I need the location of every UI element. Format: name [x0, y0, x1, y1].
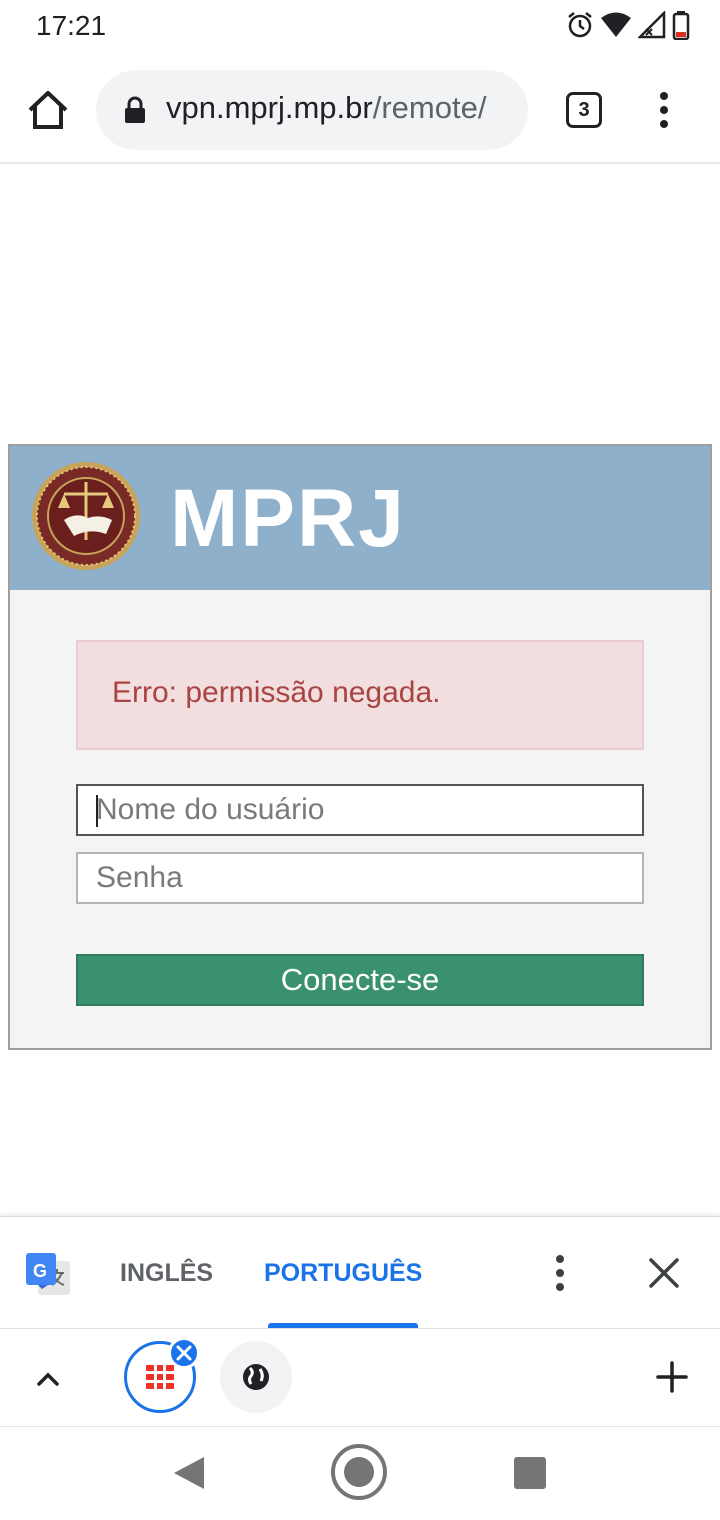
username-field[interactable]: [76, 784, 644, 836]
home-circle-icon[interactable]: [330, 1443, 388, 1501]
tab-strip: [0, 1328, 720, 1426]
tab-target-language[interactable]: PORTUGUÊS: [264, 1259, 422, 1288]
screen: 17:21 vpn.mprj.mp.br/remote/ 3 MPRJ Erro…: [0, 0, 720, 1520]
login-card: MPRJ Erro: permissão negada. Conecte-se: [8, 444, 712, 1050]
back-icon[interactable]: [172, 1455, 206, 1491]
status-time: 17:21: [36, 10, 107, 41]
tab-source-language[interactable]: INGLÊS: [120, 1259, 213, 1288]
battery-icon: [672, 11, 690, 40]
url-host: vpn.mprj.mp.br: [166, 90, 373, 125]
google-translate-icon: G: [26, 1253, 70, 1295]
translate-bar: G INGLÊS PORTUGUÊS: [0, 1216, 720, 1329]
tab-thumbnail[interactable]: [220, 1341, 292, 1413]
tab-switcher-button[interactable]: 3: [566, 92, 602, 128]
error-message: Erro: permissão negada.: [112, 676, 441, 709]
chevron-up-icon[interactable]: [32, 1363, 64, 1395]
recent-apps-icon[interactable]: [514, 1457, 546, 1489]
login-header: MPRJ: [10, 446, 710, 590]
signal-icon: [638, 11, 666, 39]
password-field[interactable]: [76, 852, 644, 904]
translate-menu-icon[interactable]: [548, 1251, 572, 1295]
wifi-icon: [601, 12, 631, 37]
system-navigation-bar: [0, 1426, 720, 1520]
text-caret: [96, 795, 98, 827]
globe-tab-icon: [243, 1364, 269, 1390]
url-path: /remote/: [372, 90, 487, 125]
svg-text:G: G: [33, 1261, 47, 1281]
alarm-icon: [568, 12, 592, 38]
status-bar: 17:21: [0, 0, 720, 56]
lock-icon: [125, 96, 145, 123]
close-icon[interactable]: [646, 1255, 682, 1291]
url-text: vpn.mprj.mp.br/remote/: [166, 90, 486, 126]
mprj-seal-logo: [32, 462, 140, 570]
password-input[interactable]: [78, 854, 642, 902]
status-icons: [566, 10, 690, 40]
error-alert: Erro: permissão negada.: [76, 640, 644, 750]
connect-button[interactable]: Conecte-se: [76, 954, 644, 1006]
close-tab-icon[interactable]: [168, 1337, 200, 1369]
overflow-menu-icon[interactable]: [652, 88, 676, 132]
browser-toolbar: vpn.mprj.mp.br/remote/ 3: [0, 56, 720, 164]
username-input[interactable]: [78, 786, 642, 834]
address-bar[interactable]: vpn.mprj.mp.br/remote/: [96, 70, 528, 150]
brand-name: MPRJ: [170, 473, 406, 564]
new-tab-icon[interactable]: [654, 1359, 690, 1395]
home-icon[interactable]: [24, 86, 72, 134]
